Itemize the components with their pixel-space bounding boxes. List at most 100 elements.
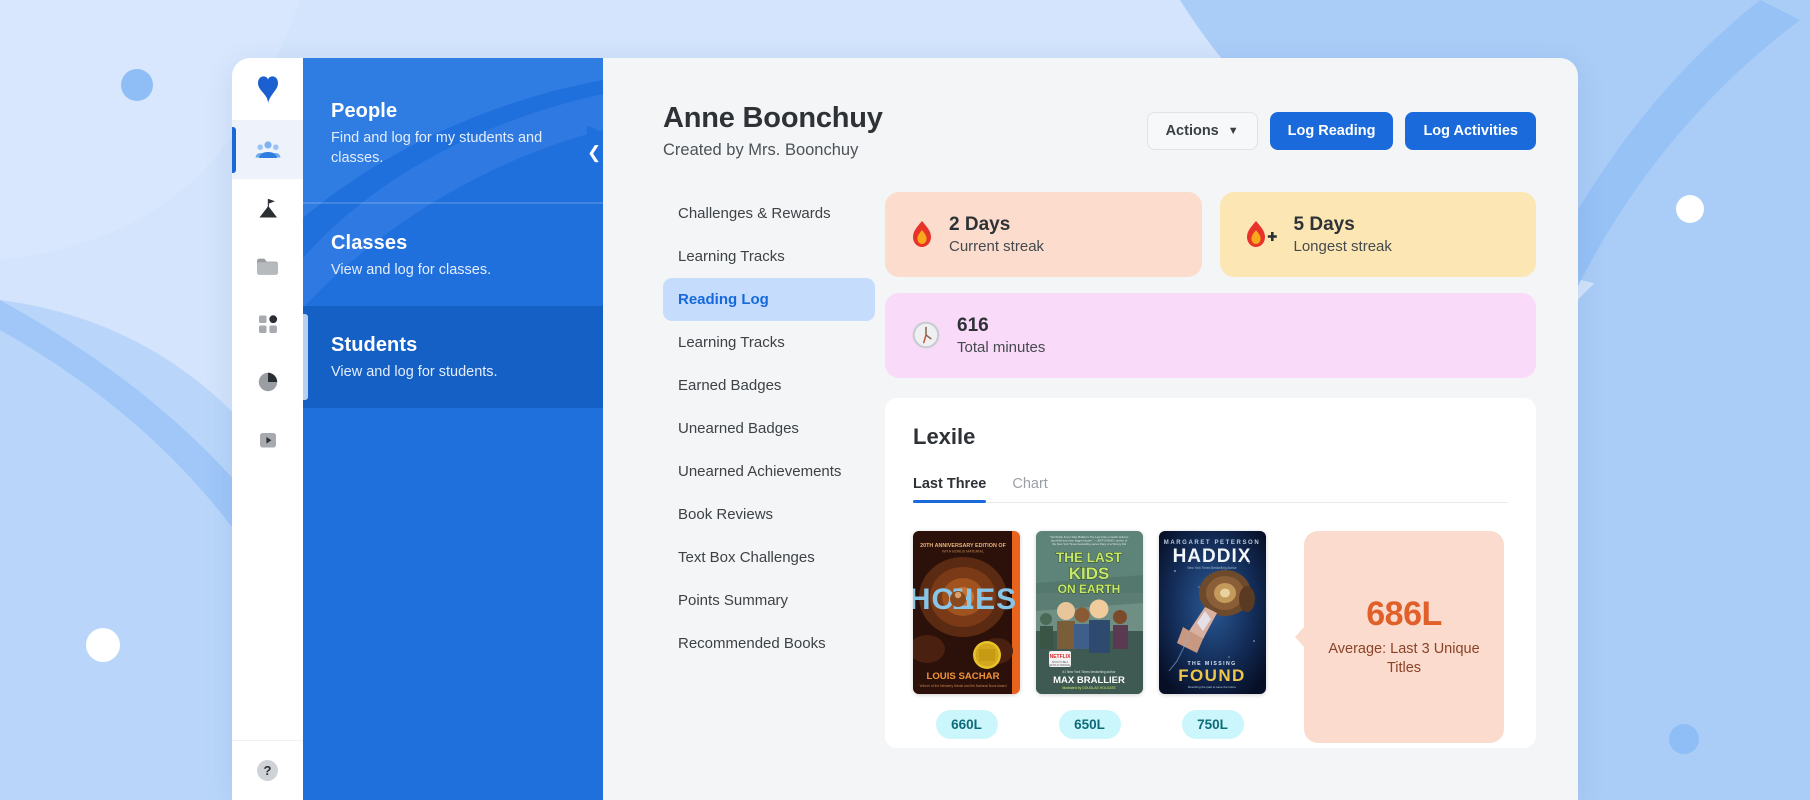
nav-section-desc: View and log for students. [331,364,498,380]
people-group-icon [255,141,280,158]
svg-text:the New York Times bestselling: the New York Times bestselling series Di… [1052,542,1126,546]
stat-card-total-minutes: 616 Total minutes [885,292,1536,378]
last-kids-on-earth-book-cover: "Terrifically funny! Max Brallier's The … [1036,530,1143,694]
page-subtitle: Created by Mrs. Boonchuy [663,141,859,159]
app-window: ? People Find and log for my students an… [232,58,1578,800]
holes-cover-art: 20TH ANNIVERSARY EDITION OF WITH BONUS M… [913,530,1020,694]
actions-button[interactable]: Actions ▼ [1146,112,1258,150]
lexile-panel-title: Lexile [913,423,976,449]
section-menu-item-reading-log[interactable]: Reading Log [663,278,875,321]
sidebar-item-apps[interactable] [232,295,303,353]
lexile-badge: 650L [1058,709,1121,739]
sidebar-item-goals[interactable] [232,179,303,237]
nav-section-desc: Find and log for my students and classes… [331,130,543,166]
flame-plus-icon [1246,220,1278,248]
svg-text:20TH ANNIVERSARY EDITION OF: 20TH ANNIVERSARY EDITION OF [920,543,1006,549]
stat-label: Total minutes [957,338,1046,356]
app-logo[interactable] [232,58,303,121]
stats-row: 2 Days Current streak 5 Days Longest str… [885,192,1536,277]
svg-text:NETFLIX: NETFLIX [1050,654,1071,660]
lexile-tabs: Last Three Chart [913,476,1508,503]
svg-text:Winner of the Newbery Medal an: Winner of the Newbery Medal and the Nati… [920,684,1007,688]
sidebar-item-reports[interactable] [232,353,303,411]
page-header: Anne Boonchuy Created by Mrs. Boonchuy A… [663,102,1536,160]
svg-text:SOON TO BE A: SOON TO BE A [1052,661,1069,664]
nav-section-title: People [331,100,398,122]
flame-plus-glyph [1246,221,1277,248]
section-menu-item-recommended-books[interactable]: Recommended Books [663,622,875,665]
heart-logo-icon [257,76,278,103]
stat-text: 2 Days Current streak [949,214,1044,255]
rail-item-list [232,121,303,469]
svg-text:MAX BRALLIER: MAX BRALLIER [1053,675,1125,686]
sidebar-item-people[interactable] [232,121,303,179]
section-menu-item-text-box-challenges[interactable]: Text Box Challenges [663,536,875,579]
lexile-average-callout: 686L Average: Last 3 Unique Titles [1304,530,1504,743]
log-reading-button[interactable]: Log Reading [1269,112,1394,150]
page-title: Anne Boonchuy [663,102,883,134]
svg-text:THE LAST: THE LAST [1056,550,1123,565]
section-menu-item-unearned-achievements[interactable]: Unearned Achievements [663,450,875,493]
lexile-average-value: 686L [1366,594,1442,633]
svg-text:ON EARTH: ON EARTH [1058,582,1121,596]
nav-section-classes[interactable]: Classes View and log for classes. [303,204,603,306]
stat-text: 5 Days Longest streak [1294,214,1392,255]
book-item-holes[interactable]: 20TH ANNIVERSARY EDITION OF WITH BONUS M… [913,530,1020,739]
tab-last-three[interactable]: Last Three [913,476,987,503]
holes-book-cover: 20TH ANNIVERSARY EDITION OF WITH BONUS M… [913,530,1020,694]
stat-card-longest-streak: 5 Days Longest streak [1219,192,1536,277]
books-row: 20TH ANNIVERSARY EDITION OF WITH BONUS M… [913,530,1508,743]
section-menu-item-challenges-rewards[interactable]: Challenges & Rewards [663,192,875,235]
lexile-average-label: Average: Last 3 Unique Titles [1328,640,1480,677]
book-item-last-kids-on-earth[interactable]: "Terrifically funny! Max Brallier's The … [1036,530,1143,739]
help-icon[interactable]: ? [257,760,278,781]
flame-icon [911,220,933,248]
svg-text:#1 New York Times bestselling: #1 New York Times bestselling author [1062,670,1116,674]
lexile-panel: Lexile Last Three Chart 20TH ANNIVERSARY… [885,397,1536,748]
stat-value: 616 [957,314,989,336]
section-menu: Challenges & Rewards Learning Tracks Rea… [663,192,885,748]
svg-text:illustrated by DOUGLAS HOLGATE: illustrated by DOUGLAS HOLGATE [1062,686,1116,690]
sidebar-item-library[interactable] [232,237,303,295]
flame-glyph [913,221,931,248]
section-menu-item-unearned-badges[interactable]: Unearned Badges [663,407,875,450]
book-item-found[interactable]: MARGARET PETERSON HADDIX New York Times … [1159,530,1266,739]
section-menu-item-learning-tracks-1[interactable]: Learning Tracks [663,235,875,278]
nav-section-desc: View and log for classes. [331,262,492,278]
mountain-flag-icon [259,199,277,218]
stat-label: Current streak [949,237,1045,255]
clock-icon [911,320,941,350]
nav-section-students[interactable]: Students View and log for students. [303,306,603,408]
clock-glyph [912,321,940,349]
sidebar-item-videos[interactable] [232,411,303,469]
chevron-left-icon: ❮ [587,143,602,162]
actions-button-label: Actions [1165,123,1219,139]
log-activities-button[interactable]: Log Activities [1405,112,1536,150]
svg-text:NETFLIX ORIGINAL: NETFLIX ORIGINAL [1049,663,1071,666]
svg-text:HADDIX: HADDIX [1173,546,1252,567]
section-menu-item-earned-badges[interactable]: Earned Badges [663,364,875,407]
svg-text:FOUND: FOUND [1178,666,1245,685]
rail-footer: ? [232,740,303,800]
page-header-titles: Anne Boonchuy Created by Mrs. Boonchuy [663,102,883,160]
main-content: Anne Boonchuy Created by Mrs. Boonchuy A… [603,58,1578,800]
section-menu-item-points-summary[interactable]: Points Summary [663,579,875,622]
svg-text:New York Times Bestselling Aut: New York Times Bestselling Author [1187,566,1237,570]
nav-panel: People Find and log for my students and … [303,58,603,800]
content-body: Challenges & Rewards Learning Tracks Rea… [663,192,1536,748]
stat-text: 616 Total minutes [957,315,1045,356]
svg-text:Rewriting the past to save the: Rewriting the past to save the future [1188,685,1236,689]
stat-value: 5 Days [1293,214,1355,235]
svg-text:WITH BONUS MATERIAL: WITH BONUS MATERIAL [942,549,984,553]
section-menu-item-learning-tracks-2[interactable]: Learning Tracks [663,321,875,364]
lexile-badge: 660L [935,709,998,739]
stat-card-current-streak: 2 Days Current streak [885,192,1202,277]
nav-section-people[interactable]: People Find and log for my students and … [303,58,603,202]
collapse-panel-button[interactable]: ❮ [587,126,603,180]
folder-icon [257,258,278,275]
header-actions: Actions ▼ Log Reading Log Activities [1146,102,1536,150]
last-kids-cover-art: "Terrifically funny! Max Brallier's The … [1036,530,1143,694]
svg-text:LOUIS SACHAR: LOUIS SACHAR [926,671,999,682]
tab-chart[interactable]: Chart [1012,476,1047,502]
section-menu-item-book-reviews[interactable]: Book Reviews [663,493,875,536]
